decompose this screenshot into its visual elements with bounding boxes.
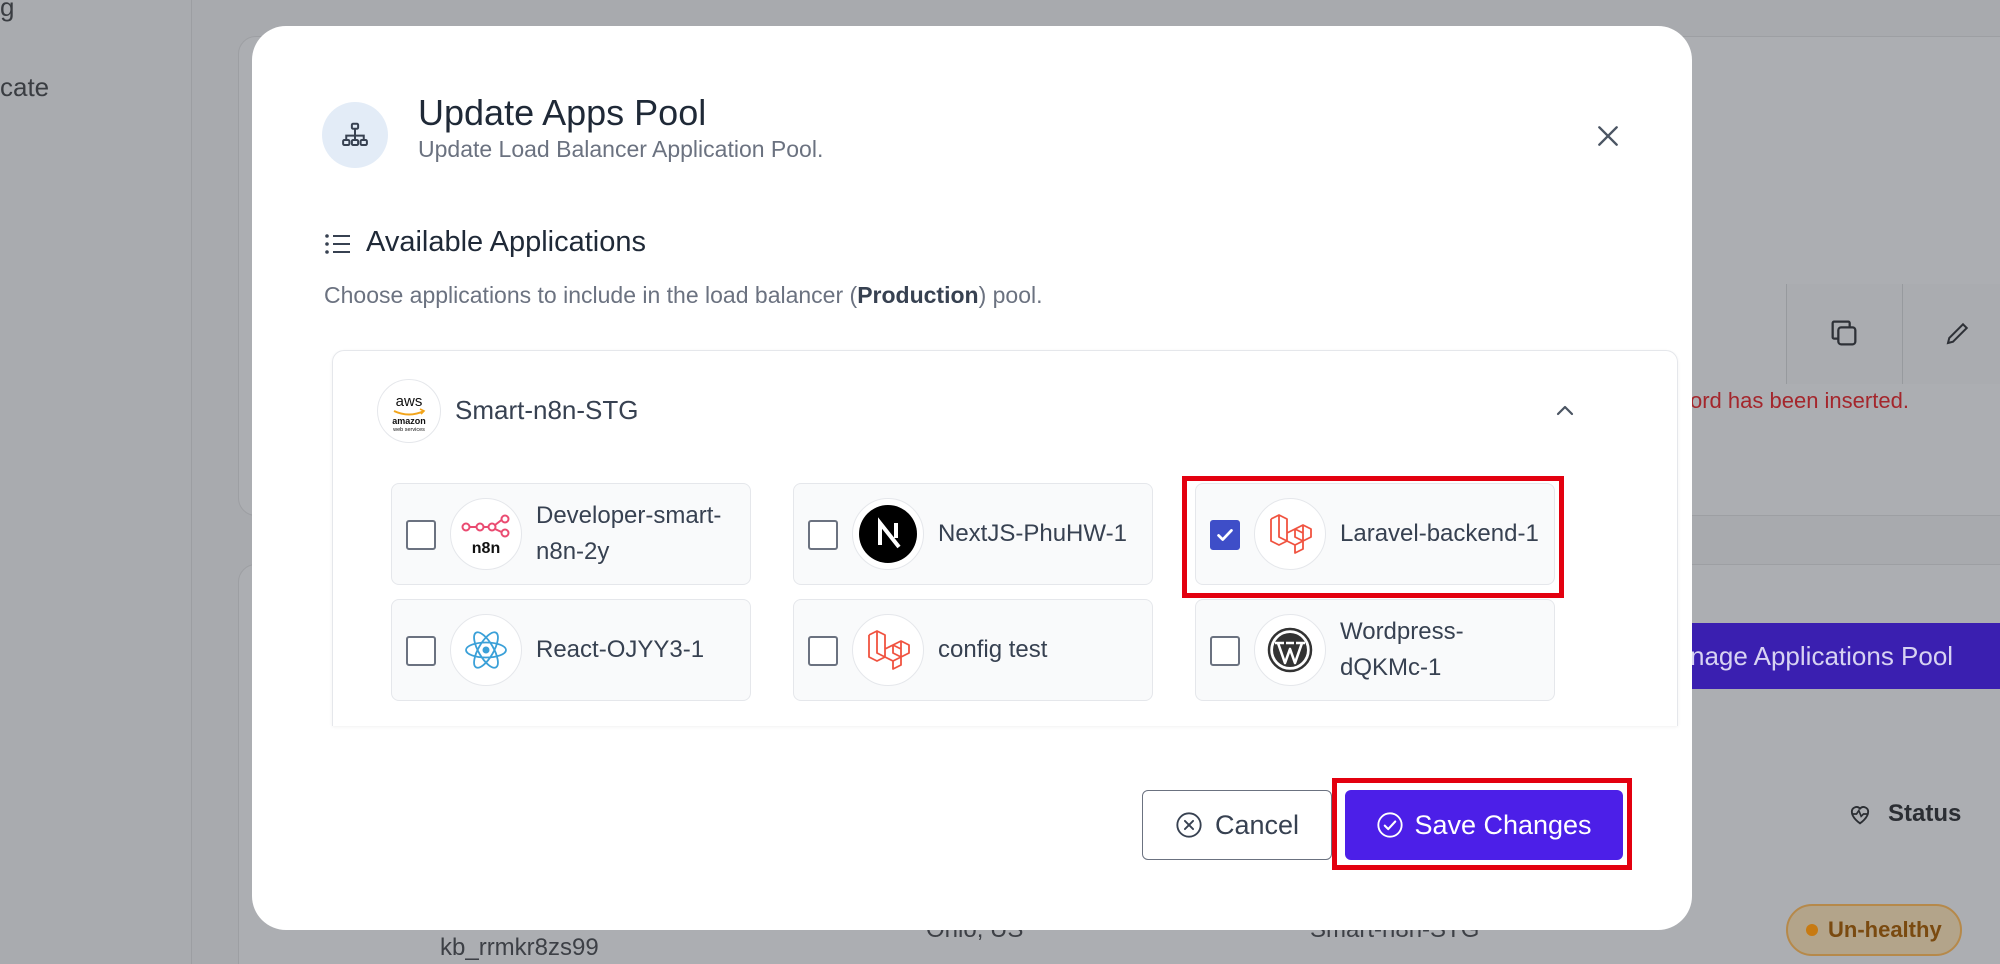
laravel-icon — [1254, 498, 1326, 570]
provider-group: aws amazon web services Smart-n8n-STG n8… — [332, 350, 1678, 726]
app-card[interactable]: Laravel-backend-1 — [1195, 483, 1555, 585]
background-copy-cell — [1786, 284, 1902, 384]
app-card[interactable]: config test — [793, 599, 1153, 701]
status-header-label: Status — [1888, 800, 1962, 827]
status-dot — [1806, 924, 1818, 936]
list-icon — [325, 234, 350, 254]
environment-name: Production — [857, 282, 979, 308]
wordpress-icon — [1254, 614, 1326, 686]
modal-header-icon — [322, 102, 388, 168]
background-error-text: ord has been inserted. — [1690, 388, 1909, 413]
svg-text:amazon: amazon — [392, 416, 426, 426]
health-badge-label: Un-healthy — [1828, 917, 1942, 942]
chevron-up-icon — [1556, 405, 1574, 416]
health-badge: Un-healthy — [1786, 904, 1962, 956]
app-checkbox[interactable] — [808, 636, 838, 666]
section-description: Choose applications to include in the lo… — [324, 282, 1043, 309]
app-checkbox[interactable] — [406, 636, 436, 666]
app-checkbox[interactable] — [406, 520, 436, 550]
close-button[interactable] — [1590, 118, 1626, 154]
app-name: config test — [938, 636, 1048, 663]
sidebar-snippet: g — [0, 0, 15, 22]
section-title: Available Applications — [366, 226, 646, 258]
app-name: Developer-smart-n8n-2y — [536, 502, 722, 565]
modal-title: Update Apps Pool — [418, 92, 707, 133]
app-name: NextJS-PhuHW-1 — [938, 520, 1127, 547]
svg-text:web services: web services — [392, 427, 425, 433]
checkmark-icon — [1217, 529, 1233, 541]
manage-applications-pool-button: nage Applications Pool — [1680, 623, 2000, 689]
network-icon — [342, 122, 368, 146]
app-checkbox[interactable] — [1210, 636, 1240, 666]
react-icon — [450, 614, 522, 686]
svg-text:aws: aws — [396, 393, 423, 410]
nextjs-icon — [852, 498, 924, 570]
app-card[interactable]: n8n Developer-smart-n8n-2y — [391, 483, 751, 585]
background-edit-cell — [1902, 284, 2000, 384]
collapse-toggle[interactable] — [1549, 395, 1581, 427]
sidebar-snippet: cate — [0, 72, 50, 102]
n8n-icon: n8n — [450, 498, 522, 570]
app-name: React-OJYY3-1 — [536, 636, 705, 663]
app-name: Wordpress-dQKMc-1 — [1340, 618, 1464, 681]
aws-icon: aws amazon web services — [377, 379, 441, 443]
modal-subtitle: Update Load Balancer Application Pool. — [418, 136, 824, 162]
copy-icon — [1831, 320, 1857, 346]
status-header: Status — [1846, 800, 1961, 828]
app-name: Laravel-backend-1 — [1340, 520, 1539, 547]
section-description-text: Choose applications to include in the lo… — [324, 282, 858, 308]
check-circle-icon — [1377, 812, 1404, 838]
save-changes-label: Save Changes — [1414, 809, 1592, 840]
app-checkbox-checked[interactable] — [1210, 520, 1240, 550]
section-description-text: ) pool. — [978, 282, 1043, 308]
row-sub-id: kb_rrmkr8zs99 — [440, 934, 599, 961]
app-card[interactable]: NextJS-PhuHW-1 — [793, 483, 1153, 585]
close-icon — [1598, 126, 1618, 146]
provider-group-name: Smart-n8n-STG — [455, 395, 639, 425]
pencil-icon — [1946, 322, 1969, 345]
app-checkbox[interactable] — [808, 520, 838, 550]
cancel-icon — [1176, 812, 1202, 838]
update-apps-pool-modal: Update Apps Pool Update Load Balancer Ap… — [252, 26, 1692, 930]
heart-pulse-icon — [1850, 806, 1870, 825]
save-changes-button[interactable]: Save Changes — [1345, 790, 1623, 860]
cancel-button[interactable]: Cancel — [1142, 790, 1332, 860]
app-card[interactable]: Wordpress-dQKMc-1 — [1195, 599, 1555, 701]
svg-text:n8n: n8n — [472, 540, 500, 557]
app-card[interactable]: React-OJYY3-1 — [391, 599, 751, 701]
background-sidebar: g cate — [0, 0, 192, 964]
laravel-icon — [852, 614, 924, 686]
cancel-button-label: Cancel — [1214, 809, 1300, 840]
